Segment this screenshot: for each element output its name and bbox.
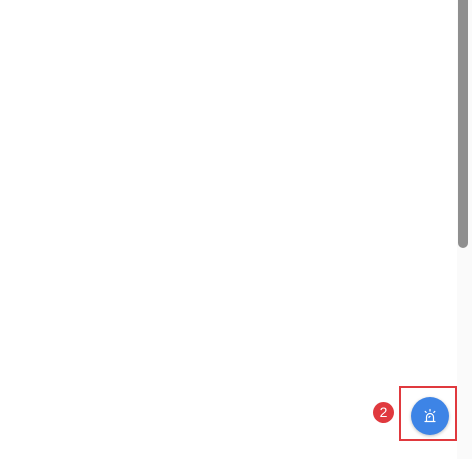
scrollbar-thumb[interactable] xyxy=(458,0,468,248)
page-canvas: 2 xyxy=(0,0,472,459)
annotation-number-badge: 2 xyxy=(373,402,394,423)
alarm-siren-icon xyxy=(422,408,438,424)
alarm-floating-button[interactable] xyxy=(411,397,449,435)
